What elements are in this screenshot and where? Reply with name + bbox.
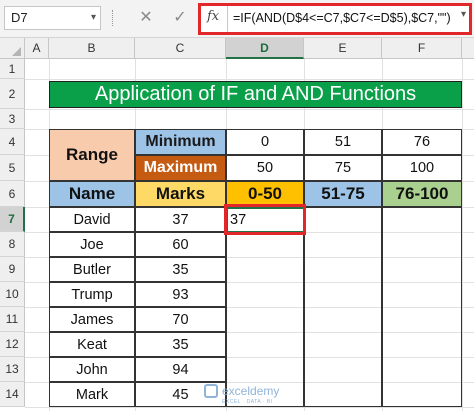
watermark-tagline: EXCEL · DATA · BI bbox=[222, 399, 273, 405]
row-header-4[interactable]: 4 bbox=[0, 129, 25, 155]
sheet-title[interactable]: Application of IF and AND Functions bbox=[49, 81, 462, 108]
marks-cell[interactable]: 93 bbox=[135, 282, 226, 307]
result-range-e[interactable] bbox=[304, 207, 382, 407]
fx-divider bbox=[227, 6, 228, 32]
range-label-cell[interactable]: Range bbox=[49, 129, 135, 181]
column-header-e[interactable]: E bbox=[304, 38, 382, 59]
maximum-value-cell[interactable]: 50 bbox=[226, 155, 304, 181]
column-header-bar: A B C D E F bbox=[0, 38, 474, 59]
row-header-9[interactable]: 9 bbox=[0, 257, 25, 282]
row-header-14[interactable]: 14 bbox=[0, 382, 25, 407]
range-header-cell[interactable]: 76-100 bbox=[382, 181, 462, 207]
maximum-value-cell[interactable]: 100 bbox=[382, 155, 462, 181]
row-header-1[interactable]: 1 bbox=[0, 59, 25, 79]
watermark: exceldemy EXCEL · DATA · BI bbox=[204, 382, 288, 408]
row-header-7[interactable]: 7 bbox=[0, 207, 25, 232]
formula-bar: D7 ▾ ✕ ✓ fx =IF(AND(D$4<=C7,$C7<=D$5),$C… bbox=[0, 0, 474, 38]
worksheet-grid: A B C D E F 1 2 3 4 5 6 7 8 9 10 11 12 1… bbox=[0, 38, 474, 411]
name-cell[interactable]: Trump bbox=[49, 282, 135, 307]
exceldemy-logo-icon bbox=[204, 384, 218, 398]
marks-cell[interactable]: 35 bbox=[135, 257, 226, 282]
row-header-5[interactable]: 5 bbox=[0, 155, 25, 181]
name-cell[interactable]: Mark bbox=[49, 382, 135, 407]
marks-cell[interactable]: 60 bbox=[135, 232, 226, 257]
marks-header-cell[interactable]: Marks bbox=[135, 181, 226, 207]
maximum-label-cell[interactable]: Maximum bbox=[135, 155, 226, 181]
row-header-6[interactable]: 6 bbox=[0, 181, 25, 207]
enter-icon[interactable]: ✓ bbox=[168, 6, 192, 30]
row-header-3[interactable]: 3 bbox=[0, 109, 25, 129]
formula-bar-separator bbox=[112, 10, 114, 26]
minimum-label-cell[interactable]: Minimum bbox=[135, 129, 226, 155]
minimum-value-cell[interactable]: 76 bbox=[382, 129, 462, 155]
cell-highlight-box bbox=[224, 204, 306, 235]
marks-cell[interactable]: 70 bbox=[135, 307, 226, 332]
marks-cell[interactable]: 35 bbox=[135, 332, 226, 357]
name-cell[interactable]: John bbox=[49, 357, 135, 382]
column-header-f[interactable]: F bbox=[382, 38, 462, 59]
column-header-c[interactable]: C bbox=[135, 38, 226, 59]
row-header-12[interactable]: 12 bbox=[0, 332, 25, 357]
cancel-icon[interactable]: ✕ bbox=[134, 6, 158, 30]
maximum-value-cell[interactable]: 75 bbox=[304, 155, 382, 181]
name-box[interactable]: D7 ▾ bbox=[4, 6, 101, 30]
name-box-value: D7 bbox=[11, 10, 28, 25]
name-cell[interactable]: Butler bbox=[49, 257, 135, 282]
insert-function-icon[interactable]: fx bbox=[207, 9, 219, 24]
row-header-11[interactable]: 11 bbox=[0, 307, 25, 332]
range-header-cell[interactable]: 51-75 bbox=[304, 181, 382, 207]
marks-cell[interactable]: 94 bbox=[135, 357, 226, 382]
name-cell[interactable]: Keat bbox=[49, 332, 135, 357]
chevron-down-icon[interactable]: ▾ bbox=[91, 7, 96, 29]
name-cell[interactable]: Joe bbox=[49, 232, 135, 257]
minimum-value-cell[interactable]: 51 bbox=[304, 129, 382, 155]
minimum-value-cell[interactable]: 0 bbox=[226, 129, 304, 155]
column-header-a[interactable]: A bbox=[25, 38, 49, 59]
result-range-d[interactable] bbox=[226, 207, 304, 407]
name-header-cell[interactable]: Name bbox=[49, 181, 135, 207]
formula-input[interactable]: =IF(AND(D$4<=C7,$C7<=D$5),$C7,"") bbox=[233, 11, 451, 25]
gridline bbox=[462, 59, 463, 411]
row-header-8[interactable]: 8 bbox=[0, 232, 25, 257]
result-range-f[interactable] bbox=[382, 207, 462, 407]
column-header-b[interactable]: B bbox=[49, 38, 135, 59]
row-header-13[interactable]: 13 bbox=[0, 357, 25, 382]
gridline bbox=[25, 109, 474, 110]
gridline bbox=[25, 79, 474, 80]
row-header-2[interactable]: 2 bbox=[0, 79, 25, 109]
watermark-name: exceldemy bbox=[222, 384, 280, 398]
chevron-down-icon[interactable]: ▾ bbox=[461, 9, 466, 20]
marks-cell[interactable]: 37 bbox=[135, 207, 226, 232]
name-cell[interactable]: James bbox=[49, 307, 135, 332]
column-header-d[interactable]: D bbox=[226, 38, 304, 59]
row-header-10[interactable]: 10 bbox=[0, 282, 25, 307]
name-cell[interactable]: David bbox=[49, 207, 135, 232]
select-all-button[interactable] bbox=[0, 38, 25, 59]
formula-highlight-box: fx =IF(AND(D$4<=C7,$C7<=D$5),$C7,"") ▾ bbox=[198, 3, 472, 35]
